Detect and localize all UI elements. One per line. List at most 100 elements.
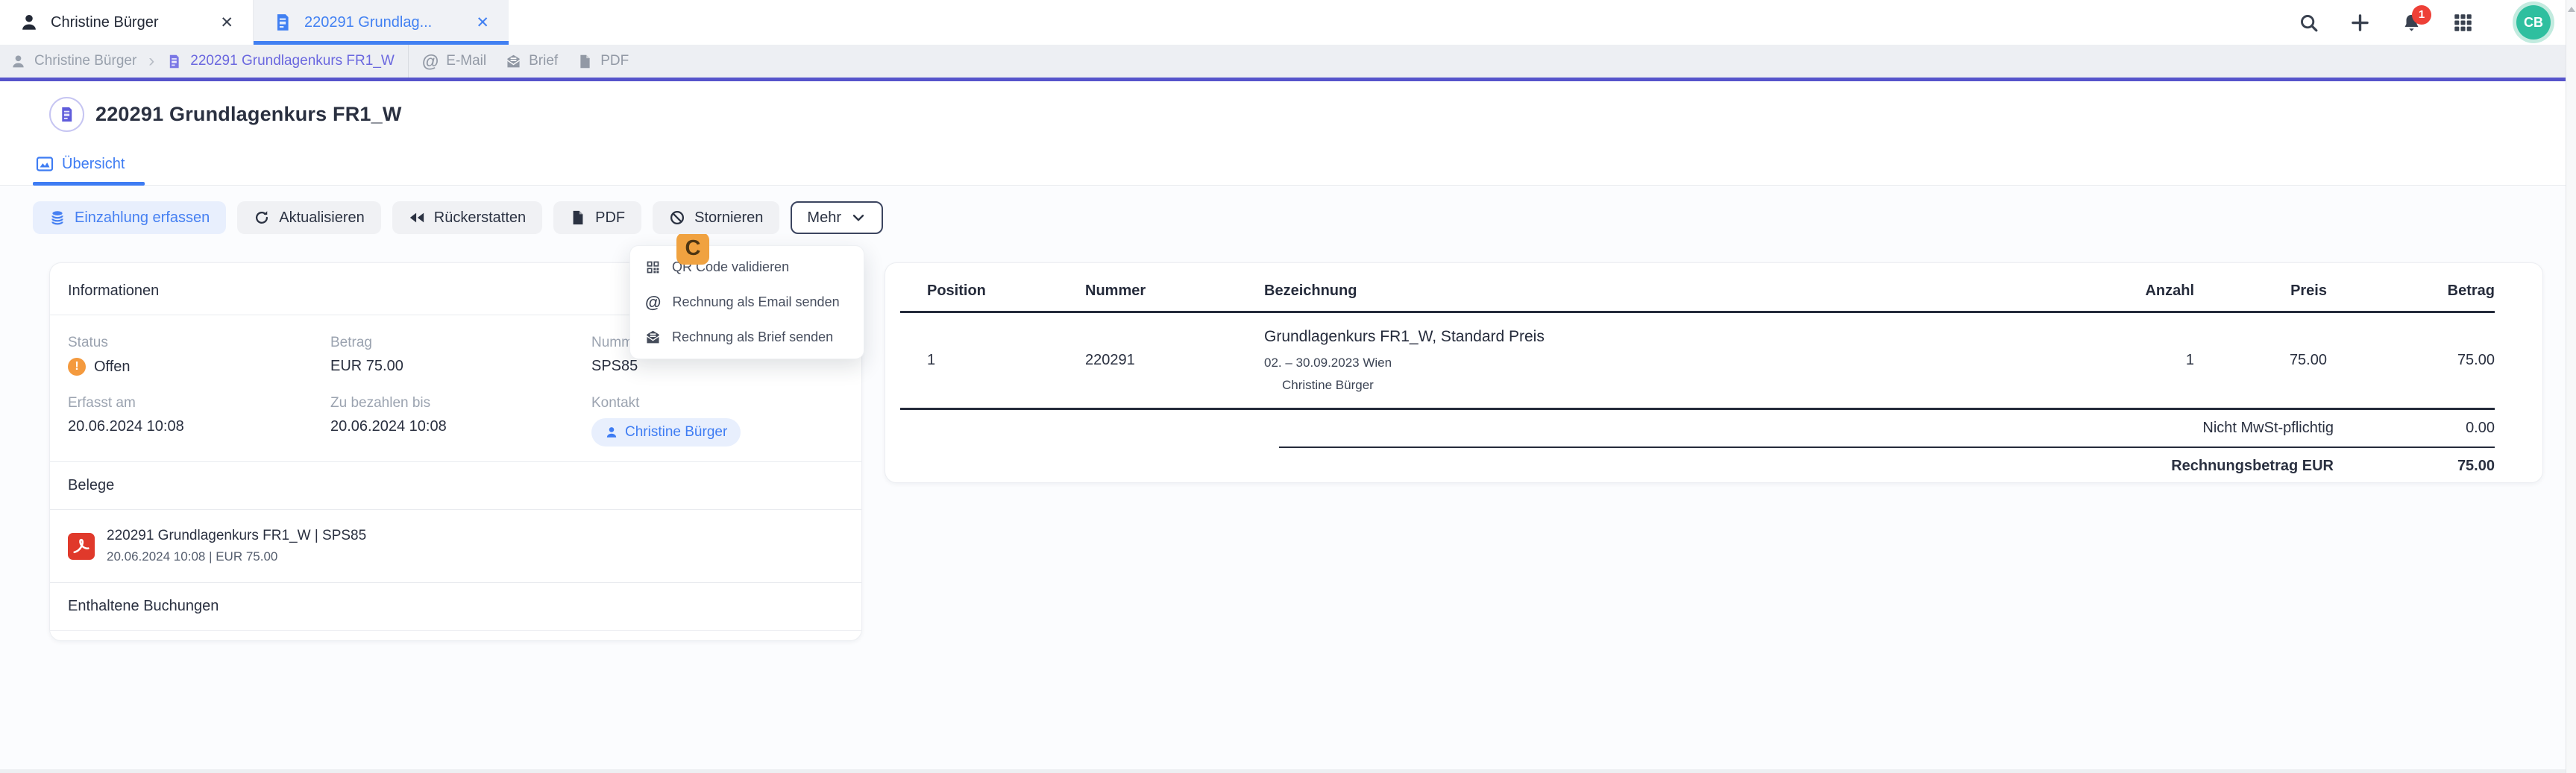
divider xyxy=(50,509,861,510)
quick-action-label: E-Mail xyxy=(446,53,486,69)
summary-row-tax: Nicht MwSt-pflichtig 0.00 xyxy=(1279,410,2495,447)
envelope-icon xyxy=(645,329,661,345)
vertical-scrollbar[interactable] xyxy=(2566,0,2576,773)
status-value: Offen xyxy=(94,359,131,376)
invoice-table: Position Nummer Bezeichnung Anzahl Preis… xyxy=(900,280,2495,410)
quick-action-email[interactable]: E-Mail xyxy=(422,53,486,70)
close-icon[interactable] xyxy=(220,15,233,31)
position-date: 02. – 30.09.2023 Wien xyxy=(1264,356,2000,370)
breadcrumb-item-invoice[interactable]: 220291 Grundlagenkurs FR1_W xyxy=(166,53,395,69)
bottom-edge xyxy=(0,769,2566,773)
cancel-invoice-button[interactable]: Stornieren xyxy=(653,201,779,234)
column-header: Position xyxy=(900,280,1085,312)
page-title-row: 220291 Grundlagenkurs FR1_W xyxy=(49,97,402,132)
menu-item-send-letter[interactable]: Rechnung als Brief senden xyxy=(630,320,864,355)
chart-icon xyxy=(36,155,54,173)
notification-badge: 1 xyxy=(2412,5,2431,25)
more-dropdown-menu: QR Code validieren Rechnung als Email se… xyxy=(629,245,864,359)
refresh-button[interactable]: Aktualisieren xyxy=(237,201,381,234)
refund-button[interactable]: Rückerstatten xyxy=(392,201,542,234)
breadcrumb-label: Christine Bürger xyxy=(34,53,136,69)
contact-chip[interactable]: Christine Bürger xyxy=(591,418,741,447)
breadcrumb-item-contact[interactable]: Christine Bürger xyxy=(10,53,136,69)
envelope-icon xyxy=(506,54,521,69)
field-label: Zu bezahlen bis xyxy=(330,395,591,411)
field-label: Status xyxy=(68,335,330,351)
position-title: Grundlagenkurs FR1_W, Standard Preis xyxy=(1264,328,2000,346)
cell-description: Grundlagenkurs FR1_W, Standard Preis 02.… xyxy=(1264,312,2000,409)
field-due: Zu bezahlen bis 20.06.2024 10:08 xyxy=(330,395,591,447)
button-label: Stornieren xyxy=(694,209,763,227)
window-tab-bar: Christine Bürger 220291 Grundlag... 1 CB xyxy=(0,0,2566,45)
window-tab-invoice[interactable]: 220291 Grundlag... xyxy=(254,0,509,45)
summary-label: Nicht MwSt-pflichtig xyxy=(1279,420,2334,437)
summary-label: Rechnungsbetrag EUR xyxy=(1279,458,2334,475)
close-icon[interactable] xyxy=(476,15,489,31)
pdf-file-icon xyxy=(570,209,586,226)
column-header: Preis xyxy=(2194,280,2327,312)
action-toolbar: Einzahlung erfassen Aktualisieren Rücker… xyxy=(33,201,883,234)
cell-number: 220291 xyxy=(1085,312,1264,409)
table-row: 1 220291 Grundlagenkurs FR1_W, Standard … xyxy=(900,312,2495,409)
scroll-up-arrow-icon xyxy=(2568,7,2575,12)
field-contact: Kontakt Christine Bürger xyxy=(591,395,844,447)
annotation-marker-c: C xyxy=(676,233,709,265)
button-label: Mehr xyxy=(807,209,841,227)
invoice-summary: Nicht MwSt-pflichtig 0.00 Rechnungsbetra… xyxy=(1279,410,2495,483)
tab-overview[interactable]: Übersicht xyxy=(36,155,125,173)
contact-name: Christine Bürger xyxy=(625,424,727,441)
number-value: SPS85 xyxy=(591,358,638,375)
cell-amount: 75.00 xyxy=(2327,312,2495,409)
avatar[interactable]: CB xyxy=(2516,5,2551,40)
document-title: 220291 Grundlagenkurs FR1_W | SPS85 xyxy=(107,528,366,544)
due-value: 20.06.2024 10:08 xyxy=(330,418,447,435)
field-label: Erfasst am xyxy=(68,395,330,411)
divider xyxy=(50,582,861,583)
coins-icon xyxy=(49,209,66,226)
button-label: Aktualisieren xyxy=(279,209,365,227)
add-icon[interactable] xyxy=(2350,13,2370,33)
person-icon xyxy=(19,13,39,32)
tab-label: Übersicht xyxy=(62,156,125,173)
cell-price: 75.00 xyxy=(2194,312,2327,409)
pdf-button[interactable]: PDF xyxy=(553,201,641,234)
column-header: Nummer xyxy=(1085,280,1264,312)
breadcrumb: Christine Bürger 220291 Grundlagenkurs F… xyxy=(0,45,2566,78)
document-subtitle: 20.06.2024 10:08 | EUR 75.00 xyxy=(107,549,366,564)
search-icon[interactable] xyxy=(2299,13,2319,33)
at-icon xyxy=(422,53,439,70)
quick-action-pdf[interactable]: PDF xyxy=(577,53,629,69)
table-header-row: Position Nummer Bezeichnung Anzahl Preis… xyxy=(900,280,2495,312)
column-header: Bezeichnung xyxy=(1264,280,2000,312)
active-tab-indicator xyxy=(33,182,145,186)
notifications-bell-icon[interactable]: 1 xyxy=(2401,13,2422,33)
apps-grid-icon[interactable] xyxy=(2453,13,2473,33)
more-button[interactable]: Mehr xyxy=(791,201,883,234)
page-header: 220291 Grundlagenkurs FR1_W Übersicht xyxy=(0,81,2566,186)
divider xyxy=(50,630,861,631)
rewind-icon xyxy=(409,209,425,226)
quick-action-label: PDF xyxy=(600,53,629,69)
bookings-section-title: Enthaltene Buchungen xyxy=(68,598,844,615)
person-icon xyxy=(10,54,26,69)
button-label: PDF xyxy=(595,209,625,227)
window-tab-label: Christine Bürger xyxy=(51,14,159,31)
record-payment-button[interactable]: Einzahlung erfassen xyxy=(33,201,226,234)
pdf-file-icon xyxy=(577,54,593,69)
accent-divider xyxy=(0,78,2566,81)
created-value: 20.06.2024 10:08 xyxy=(68,418,184,435)
menu-item-validate-qr[interactable]: QR Code validieren xyxy=(630,250,864,285)
page-title: 220291 Grundlagenkurs FR1_W xyxy=(95,103,402,126)
field-label: Betrag xyxy=(330,335,591,351)
menu-item-send-email[interactable]: Rechnung als Email senden xyxy=(630,285,864,320)
document-list-item[interactable]: 220291 Grundlagenkurs FR1_W | SPS85 20.0… xyxy=(68,528,844,564)
summary-value: 0.00 xyxy=(2334,420,2495,437)
refresh-icon xyxy=(254,209,270,226)
window-tab-contact[interactable]: Christine Bürger xyxy=(0,0,254,45)
breadcrumb-label: 220291 Grundlagenkurs FR1_W xyxy=(190,53,395,69)
menu-item-label: Rechnung als Email senden xyxy=(672,294,839,310)
cell-position: 1 xyxy=(900,312,1085,409)
quick-action-letter[interactable]: Brief xyxy=(506,53,558,69)
field-created: Erfasst am 20.06.2024 10:08 xyxy=(68,395,330,447)
column-header: Anzahl xyxy=(2000,280,2194,312)
